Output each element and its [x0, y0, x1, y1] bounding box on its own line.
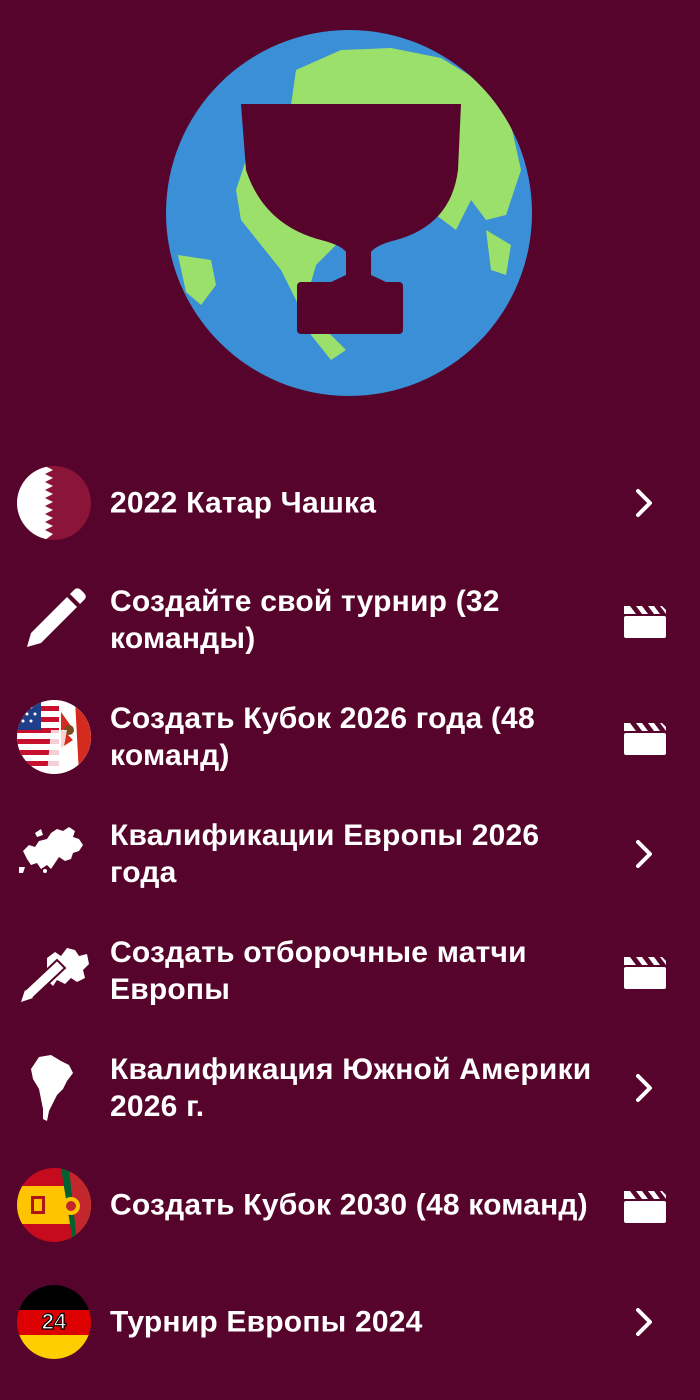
pencil-icon — [17, 583, 91, 657]
tournament-menu: 2022 Катар Чашка Создайте свой турнир (3… — [0, 444, 700, 1380]
menu-item-create-europe-qualifiers[interactable]: Создать отборочные матчи Европы — [0, 912, 700, 1029]
germany-flag-24-icon: 24 — [17, 1284, 91, 1359]
menu-item-label: Квалификации Европы 2026 года — [110, 818, 540, 889]
clapperboard-icon[interactable] — [620, 595, 670, 645]
menu-item-south-america-qualifiers-2026[interactable]: Квалификация Южной Америки 2026 г. — [0, 1029, 700, 1146]
chevron-right-icon[interactable] — [620, 478, 670, 528]
qatar-flag-icon — [17, 465, 91, 540]
menu-item-qatar-2022[interactable]: 2022 Катар Чашка — [0, 444, 700, 561]
south-america-map-icon — [17, 1051, 91, 1125]
usa-canada-mexico-flag-icon — [17, 699, 91, 774]
europe-map-pencil-icon — [17, 934, 91, 1008]
chevron-right-icon[interactable] — [620, 829, 670, 879]
europe-map-icon — [17, 817, 91, 891]
menu-item-label: Создайте свой турнир (32 команды) — [110, 584, 500, 655]
menu-item-label: Квалификация Южной Америки 2026 г. — [110, 1052, 592, 1123]
menu-item-create-cup-2026[interactable]: Создать Кубок 2026 года (48 команд) — [0, 678, 700, 795]
globe-trophy-icon — [166, 30, 532, 396]
menu-item-create-cup-2030[interactable]: Создать Кубок 2030 (48 команд) — [0, 1146, 700, 1263]
menu-item-label: Турнир Европы 2024 — [110, 1305, 423, 1338]
header-logo-area — [0, 0, 700, 420]
menu-item-create-own-tournament[interactable]: Создайте свой турнир (32 команды) — [0, 561, 700, 678]
menu-item-europe-qualifiers-2026[interactable]: Квалификации Европы 2026 года — [0, 795, 700, 912]
clapperboard-icon[interactable] — [620, 1180, 670, 1230]
chevron-right-icon[interactable] — [620, 1297, 670, 1347]
menu-item-label: Создать Кубок 2030 (48 команд) — [110, 1188, 588, 1221]
chevron-right-icon[interactable] — [620, 1063, 670, 1113]
germany-flag-badge-text: 24 — [42, 1309, 67, 1334]
clapperboard-icon[interactable] — [620, 946, 670, 996]
menu-item-label: Создать отборочные матчи Европы — [110, 935, 527, 1006]
menu-item-label: 2022 Катар Чашка — [110, 486, 377, 519]
spain-portugal-morocco-flag-icon — [17, 1167, 91, 1242]
menu-item-label: Создать Кубок 2026 года (48 команд) — [110, 701, 535, 772]
menu-item-euro-2024[interactable]: 24 Турнир Европы 2024 — [0, 1263, 700, 1380]
clapperboard-icon[interactable] — [620, 712, 670, 762]
